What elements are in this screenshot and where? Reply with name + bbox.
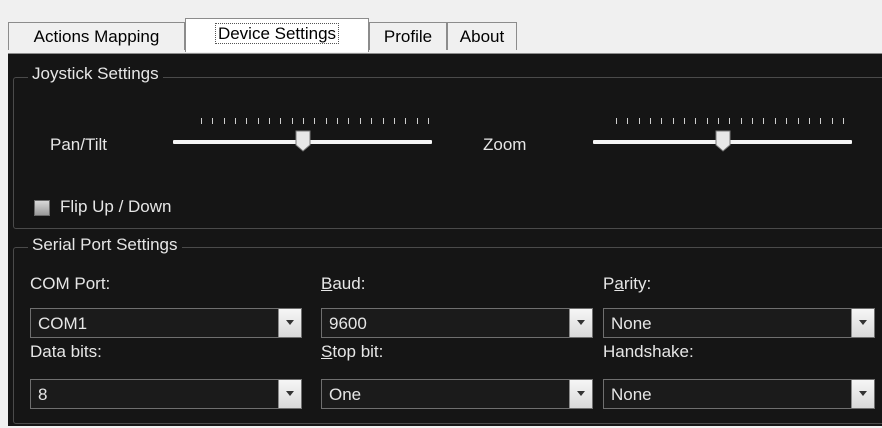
- data-bits-dropdown-button[interactable]: [278, 380, 301, 408]
- chevron-down-icon: [577, 391, 585, 396]
- data-bits-label: Data bits:: [30, 342, 102, 361]
- slider-tick: [616, 118, 617, 124]
- com-port-select[interactable]: COM1: [30, 308, 302, 338]
- chevron-down-icon: [286, 391, 294, 396]
- com-port-dropdown-button[interactable]: [278, 309, 301, 337]
- parity-label: Parity:: [603, 274, 652, 293]
- zoom-label: Zoom: [483, 135, 527, 154]
- tab-about[interactable]: About: [447, 22, 517, 50]
- handshake-select[interactable]: None: [603, 379, 875, 409]
- parity-dropdown-button[interactable]: [851, 309, 874, 337]
- slider-tick: [269, 118, 271, 124]
- tab-label: About: [459, 27, 505, 46]
- chevron-down-icon: [859, 320, 867, 325]
- slider-tick: [325, 118, 327, 124]
- slider-tick: [212, 118, 214, 124]
- slider-tick: [695, 118, 697, 124]
- slider-thumb-icon[interactable]: [715, 130, 731, 152]
- stop-bit-dropdown-button[interactable]: [569, 380, 592, 408]
- slider-tick: [280, 118, 282, 124]
- tab-label: Device Settings: [214, 23, 340, 44]
- slider-tick: [706, 118, 708, 124]
- slider-tick: [774, 118, 776, 124]
- slider-tick: [201, 118, 202, 124]
- slider-tick: [842, 118, 844, 124]
- handshake-value: None: [611, 385, 652, 404]
- data-bits-value: 8: [38, 385, 48, 404]
- slider-tick: [672, 118, 674, 124]
- com-port-value: COM1: [38, 314, 88, 333]
- slider-tick: [303, 118, 305, 124]
- pan-tilt-ticks: [201, 118, 429, 126]
- chevron-down-icon: [577, 320, 585, 325]
- slider-tick: [740, 118, 742, 124]
- slider-thumb-icon[interactable]: [295, 130, 311, 152]
- parity-value: None: [611, 314, 652, 333]
- serial-port-title: Serial Port Settings: [28, 235, 182, 255]
- stop-bit-value: One: [329, 385, 362, 404]
- slider-tick: [393, 118, 395, 124]
- slider-tick: [820, 118, 822, 124]
- flip-up-down-label: Flip Up / Down: [60, 197, 172, 216]
- slider-tick: [405, 118, 407, 124]
- slider-tick: [223, 118, 225, 124]
- tab-actions-mapping[interactable]: Actions Mapping: [8, 22, 185, 50]
- slider-tick: [257, 118, 259, 124]
- data-bits-select[interactable]: 8: [30, 379, 302, 409]
- device-settings-panel: Joystick Settings Pan/Tilt Zoom Flip Up …: [8, 53, 882, 426]
- slider-tick: [382, 118, 384, 124]
- slider-tick: [371, 118, 373, 124]
- slider-tick: [831, 118, 833, 124]
- joystick-settings-title: Joystick Settings: [28, 64, 163, 84]
- tab-profile[interactable]: Profile: [369, 22, 447, 50]
- baud-label: Baud:: [321, 274, 366, 293]
- slider-tick: [763, 118, 765, 124]
- baud-dropdown-button[interactable]: [569, 309, 592, 337]
- stop-bit-label: Stop bit:: [321, 342, 384, 361]
- slider-tick: [661, 118, 663, 124]
- com-port-label: COM Port:: [30, 274, 111, 293]
- slider-tick: [246, 118, 248, 124]
- baud-value: 9600: [329, 314, 367, 333]
- slider-tick: [427, 118, 429, 124]
- slider-tick: [337, 118, 339, 124]
- handshake-dropdown-button[interactable]: [851, 380, 874, 408]
- slider-tick: [348, 118, 350, 124]
- slider-tick: [359, 118, 361, 124]
- chevron-down-icon: [859, 391, 867, 396]
- stop-bit-select[interactable]: One: [321, 379, 593, 409]
- slider-tick: [797, 118, 799, 124]
- zoom-ticks: [616, 118, 844, 126]
- slider-tick: [808, 118, 810, 124]
- slider-tick: [235, 118, 237, 124]
- slider-tick: [718, 118, 720, 124]
- slider-tick: [650, 118, 652, 124]
- parity-select[interactable]: None: [603, 308, 875, 338]
- slider-tick: [314, 118, 316, 124]
- slider-tick: [684, 118, 686, 124]
- settings-window: Actions Mapping Device Settings Profile …: [0, 0, 882, 428]
- slider-tick: [627, 118, 629, 124]
- slider-tick: [786, 118, 788, 124]
- handshake-label: Handshake:: [603, 342, 694, 361]
- slider-tick: [416, 118, 418, 124]
- tab-device-settings[interactable]: Device Settings: [185, 18, 369, 52]
- slider-tick: [291, 118, 293, 124]
- chevron-down-icon: [286, 320, 294, 325]
- tab-label: Profile: [383, 27, 433, 46]
- slider-tick: [729, 118, 731, 124]
- slider-tick: [752, 118, 754, 124]
- pan-tilt-label: Pan/Tilt: [50, 135, 108, 154]
- flip-up-down-checkbox[interactable]: [34, 200, 50, 216]
- slider-tick: [638, 118, 640, 124]
- baud-select[interactable]: 9600: [321, 308, 593, 338]
- tab-label: Actions Mapping: [33, 27, 160, 46]
